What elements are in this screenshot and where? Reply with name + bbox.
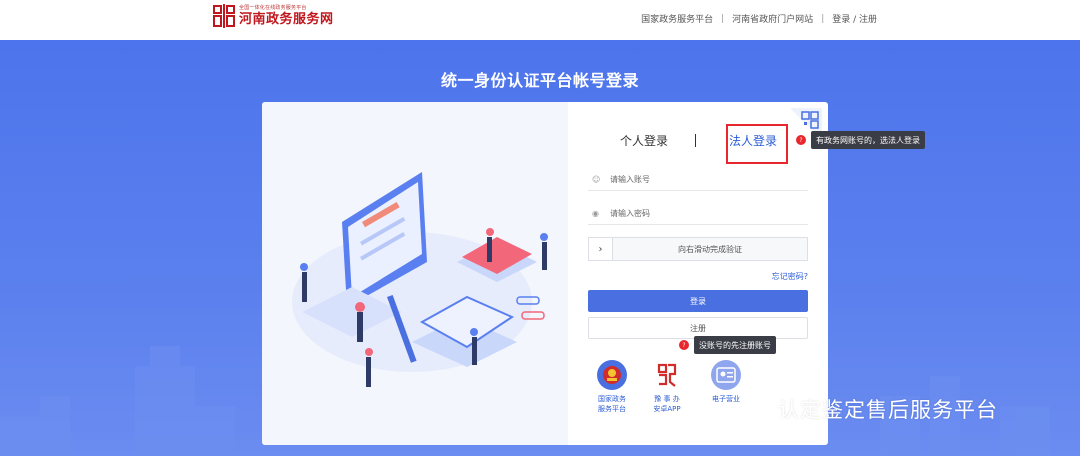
nav-login-register[interactable]: 登录 / 注册 (832, 12, 877, 25)
yushiban-logo-icon (652, 360, 682, 390)
henan-logo-icon (213, 4, 235, 28)
office-isometric-illustration (292, 172, 548, 387)
wechat-icon (739, 397, 771, 420)
nav-separator: | (821, 13, 825, 24)
quick-link-label-line1: 电子营业 (712, 395, 740, 403)
register-tooltip: 没账号的先注册账号 (694, 336, 776, 354)
login-illustration (262, 102, 568, 445)
corporate-login-tooltip: 有政务网账号的，选法人登录 (811, 131, 925, 149)
logo-title: 河南政务服务网 (239, 11, 334, 27)
nav-separator: | (721, 13, 725, 24)
help-badge: ? (679, 340, 689, 350)
quick-link-label-line1: 豫 事 办 (654, 395, 680, 403)
logo-subtitle: 全国一体化在线政务服务平台 (239, 4, 307, 11)
license-card-icon (711, 360, 741, 390)
top-nav: 国家政务服务平台 | 河南省政府门户网站 | 登录 / 注册 (641, 12, 877, 26)
top-bar: 全国一体化在线政务服务平台 河南政务服务网 国家政务服务平台 | 河南省政府门户… (0, 0, 1080, 40)
username-field: ☺ (588, 169, 808, 191)
user-icon: ☺ (592, 175, 601, 184)
watermark: 认定鉴定售后服务平台 (738, 394, 998, 424)
quick-link-yushiban-app[interactable]: 豫 事 办安卓APP (637, 360, 697, 414)
tab-divider (695, 134, 696, 147)
help-badge: ? (796, 135, 806, 145)
site-logo[interactable]: 全国一体化在线政务服务平台 河南政务服务网 (213, 4, 334, 28)
nav-henan-gov-portal[interactable]: 河南省政府门户网站 (732, 12, 813, 25)
login-type-tabs: 个人登录 法人登录 (568, 124, 828, 164)
tab-personal-login[interactable]: 个人登录 (620, 132, 668, 149)
watermark-text: 认定鉴定售后服务平台 (778, 398, 998, 422)
slider-handle[interactable]: › (589, 238, 613, 260)
username-input[interactable] (610, 175, 790, 184)
password-field: ◉ (588, 203, 808, 225)
slider-text: 向右滑动完成验证 (678, 244, 742, 254)
slide-verify: › 向右滑动完成验证 (588, 237, 808, 261)
national-emblem-icon (597, 360, 627, 390)
quick-link-label-line1: 国家政务 (598, 395, 626, 403)
password-input[interactable] (610, 209, 790, 218)
nav-national-platform[interactable]: 国家政务服务平台 (641, 12, 713, 25)
lock-icon: ◉ (592, 209, 599, 218)
quick-link-national-platform[interactable]: 国家政务 服务平台 (582, 360, 642, 414)
forgot-password-link[interactable]: 忘记密码? (772, 271, 808, 282)
chevron-right-icon: › (598, 243, 603, 255)
quick-link-label-line2: 服务平台 (598, 405, 626, 413)
login-button[interactable]: 登录 (588, 290, 808, 312)
quick-link-label-line2: 安卓APP (653, 405, 681, 413)
corporate-tab-highlight-box (726, 124, 788, 164)
page-title: 统一身份认证平台帐号登录 (440, 71, 639, 90)
